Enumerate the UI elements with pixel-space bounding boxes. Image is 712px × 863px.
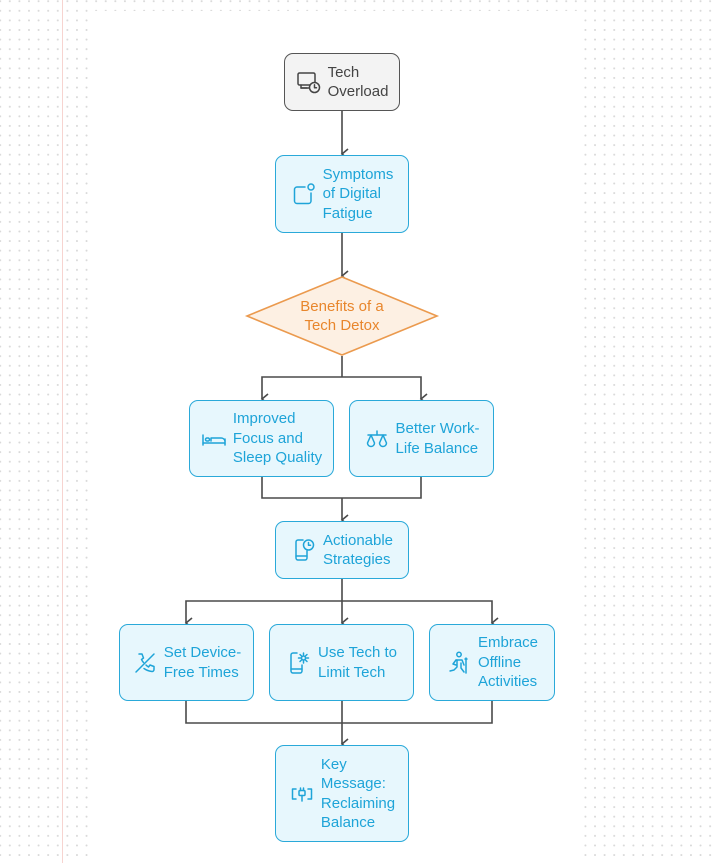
edge-strategies-join [185,700,493,724]
node-label: Actionable Strategies [322,531,394,569]
decision-label: Benefits of a Tech Detox [300,297,384,335]
edge-benefits-work-life [342,376,428,405]
hiker-icon [446,650,472,676]
node-key-message[interactable]: Key Message: Reclaiming Balance [275,745,409,842]
monitor-clock-icon [296,69,322,95]
node-device-free-times[interactable]: Set Device- Free Times [119,624,254,701]
node-offline-activities[interactable]: Embrace Offline Activities [429,624,555,701]
node-label: Set Device- Free Times [163,644,242,681]
node-label: Tech Overload [327,63,389,101]
node-actionable-strategies[interactable]: Actionable Strategies [275,521,409,579]
plug-icon [289,781,315,807]
node-benefits-decision[interactable]: Benefits of a Tech Detox [246,276,438,356]
phone-off-icon [132,650,158,676]
node-use-tech[interactable]: Use Tech to Limit Tech [269,624,414,701]
phone-clock-icon [291,537,317,563]
edge-benefits-improved-focus [260,376,342,405]
scale-icon [364,426,390,452]
node-label: Key Message: Reclaiming Balance [320,755,396,832]
node-work-life-balance[interactable]: Better Work- Life Balance [349,400,494,477]
node-label: Symptoms of Digital Fatigue [322,165,394,222]
node-tech-overload[interactable]: Tech Overload [284,53,400,111]
node-label: Use Tech to Limit Tech [318,644,397,681]
edge-improved-focus-join [261,476,422,499]
node-label: Improved Focus and Sleep Quality [232,410,323,467]
phone-gear-icon [286,650,312,676]
bed-icon [201,426,227,452]
node-label: Embrace Offline Activities [477,634,539,691]
node-improved-focus[interactable]: Improved Focus and Sleep Quality [189,400,334,477]
notification-square-icon [291,181,317,207]
node-symptoms[interactable]: Symptoms of Digital Fatigue [275,155,409,233]
edge-strategies-device-free [184,600,342,629]
node-label: Better Work- Life Balance [395,420,480,457]
edge-strategies-offline [342,600,499,629]
